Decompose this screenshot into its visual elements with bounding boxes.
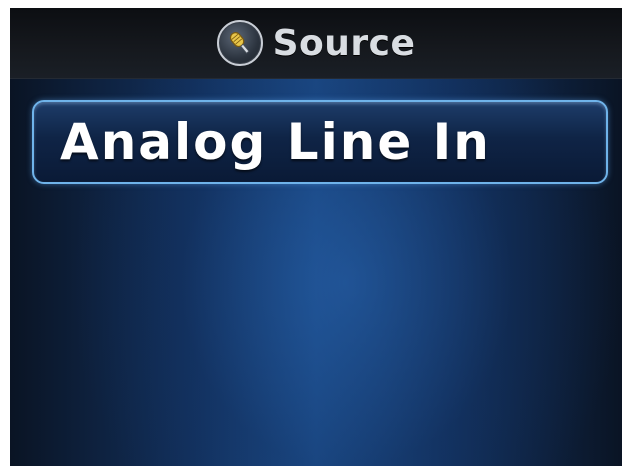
source-option-label: Analog Line In: [60, 113, 491, 171]
title-bar: Source: [10, 8, 622, 79]
title-group: Source: [10, 8, 622, 78]
page-title: Source: [272, 22, 416, 64]
source-option-button[interactable]: Analog Line In: [32, 100, 608, 184]
microphone-icon: [216, 20, 263, 66]
device-screen: Source Analog Line In: [10, 8, 622, 466]
